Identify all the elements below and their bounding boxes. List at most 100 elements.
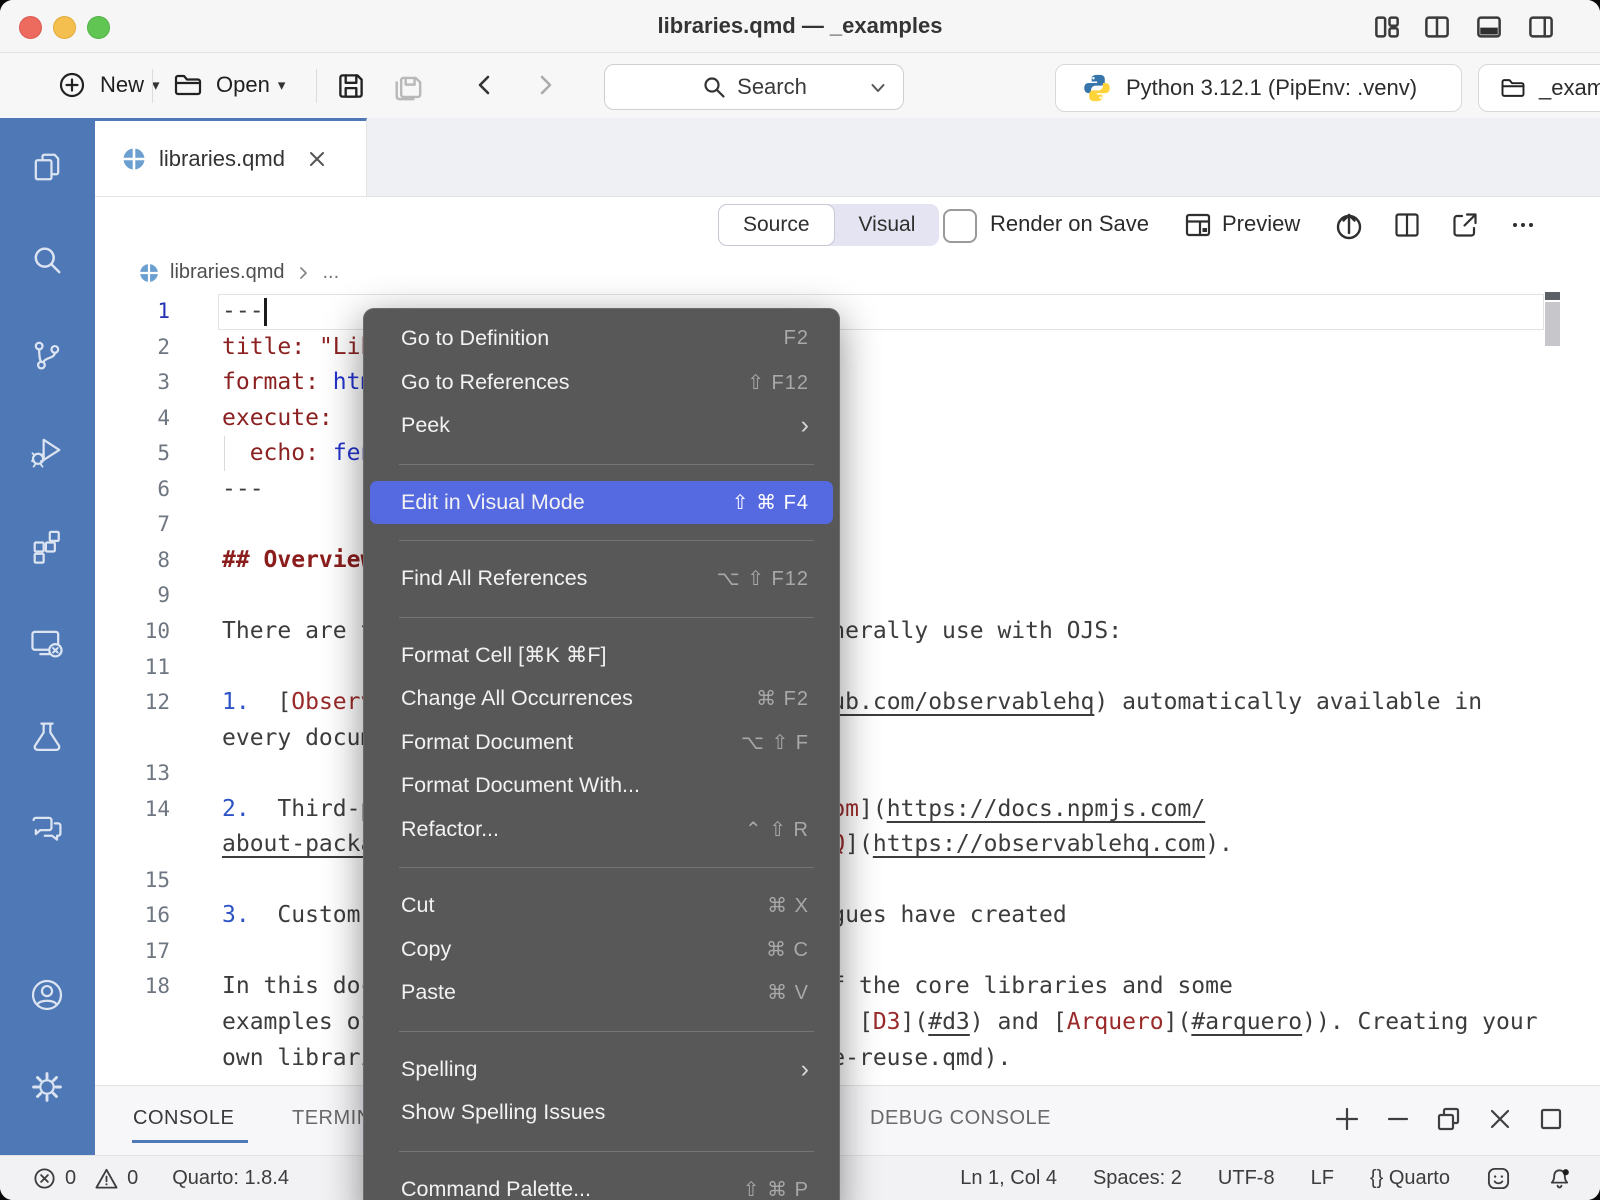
more-actions-icon[interactable] xyxy=(1508,210,1538,240)
menu-item-go-to-definition[interactable]: Go to DefinitionF2 xyxy=(370,317,833,361)
editor-line-6[interactable]: 6--- xyxy=(95,472,1600,508)
customize-layout-icon[interactable] xyxy=(1372,12,1402,42)
editor-line-1[interactable]: 1--- xyxy=(95,294,1600,330)
editor-line-12[interactable]: 121. [Observable core libraries](https:/… xyxy=(95,685,1600,721)
back-icon[interactable] xyxy=(470,70,500,100)
explorer-icon[interactable] xyxy=(28,148,66,186)
encoding-indicator[interactable]: UTF-8 xyxy=(1218,1167,1275,1190)
account-icon[interactable] xyxy=(28,976,66,1014)
run-debug-icon[interactable] xyxy=(28,432,66,470)
forward-icon[interactable] xyxy=(530,70,560,100)
quarto-version[interactable]: Quarto: 1.8.4 xyxy=(172,1167,289,1190)
menu-item-format-cell-k-f[interactable]: Format Cell [⌘K ⌘F] xyxy=(370,634,833,678)
panel-tab-console[interactable]: CONSOLE xyxy=(133,1107,234,1130)
editor-line-14[interactable]: 142. Third-party JavaScript libraries fr… xyxy=(95,792,1600,828)
toggle-secondary-sidebar-icon[interactable] xyxy=(1526,12,1556,42)
error-count[interactable]: 0 xyxy=(65,1167,76,1190)
menu-item-label: Change All Occurrences xyxy=(401,686,756,711)
render-on-save-checkbox[interactable] xyxy=(943,209,977,243)
warning-icon[interactable] xyxy=(94,1166,119,1191)
warning-count[interactable]: 0 xyxy=(127,1167,138,1190)
editor-line-2[interactable]: 2title: "Libraries" xyxy=(95,330,1600,366)
editor-line-11[interactable]: 11 xyxy=(95,650,1600,686)
breadcrumb-more[interactable]: ... xyxy=(322,261,339,284)
editor-line-15[interactable]: 15 xyxy=(95,863,1600,899)
editor-line-4[interactable]: 4execute: xyxy=(95,401,1600,437)
menu-item-go-to-references[interactable]: Go to References⇧ F12 xyxy=(370,361,833,405)
testing-icon[interactable] xyxy=(28,718,66,756)
source-mode-button[interactable]: Source xyxy=(718,204,835,246)
error-icon[interactable] xyxy=(32,1166,57,1191)
menu-item-command-palette[interactable]: Command Palette...⇧ ⌘ P xyxy=(370,1168,833,1200)
interpreter-selector[interactable]: Python 3.12.1 (PipEnv: .venv) xyxy=(1055,64,1462,112)
close-panel-icon[interactable] xyxy=(1484,1103,1516,1135)
panel-tab-debug-console[interactable]: DEBUG CONSOLE xyxy=(870,1107,1051,1130)
split-editor-layout-icon[interactable] xyxy=(1422,12,1452,42)
menu-item-find-all-references[interactable]: Find All References⌥ ⇧ F12 xyxy=(370,557,833,601)
line-number: 4 xyxy=(100,401,170,437)
editor-line-13[interactable]: 13 xyxy=(95,756,1600,792)
save-all-icon[interactable] xyxy=(390,69,428,103)
editor-line-wrap[interactable]: about-packages-and-modules) and [Observa… xyxy=(95,827,1600,863)
menu-item-copy[interactable]: Copy⌘ C xyxy=(370,928,833,972)
restore-panel-icon[interactable] xyxy=(1433,1103,1465,1135)
workspace-selector[interactable]: _examples xyxy=(1478,64,1600,112)
editor-line-17[interactable]: 17 xyxy=(95,934,1600,970)
editor-line-16[interactable]: 163. Custom libraries that you or your c… xyxy=(95,898,1600,934)
editor-line-3[interactable]: 3format: html xyxy=(95,365,1600,401)
menu-item-label: Refactor... xyxy=(401,817,745,842)
editor-line-wrap[interactable]: every document. xyxy=(95,721,1600,757)
open-external-icon[interactable] xyxy=(1450,210,1480,240)
editor-line-18[interactable]: 18In this document we'll provide an over… xyxy=(95,969,1600,1005)
menu-item-change-all-occurrences[interactable]: Change All Occurrences⌘ F2 xyxy=(370,677,833,721)
code-editor[interactable]: 1---2title: "Libraries"3format: html4exe… xyxy=(95,292,1600,1086)
settings-gear-icon[interactable] xyxy=(28,1068,66,1106)
close-icon[interactable] xyxy=(307,149,327,169)
render-icon[interactable] xyxy=(1332,208,1366,242)
eol-indicator[interactable]: LF xyxy=(1311,1167,1334,1190)
menu-item-cut[interactable]: Cut⌘ X xyxy=(370,884,833,928)
comments-icon[interactable] xyxy=(28,810,66,848)
menu-item-show-spelling-issues[interactable]: Show Spelling Issues xyxy=(370,1091,833,1135)
search-icon[interactable] xyxy=(28,242,66,280)
scrollbar-thumb[interactable] xyxy=(1545,302,1560,346)
menu-item-edit-in-visual-mode[interactable]: Edit in Visual Mode⇧ ⌘ F4 xyxy=(370,481,833,525)
menu-item-format-document[interactable]: Format Document⌥ ⇧ F xyxy=(370,721,833,765)
indentation-indicator[interactable]: Spaces: 2 xyxy=(1093,1167,1182,1190)
open-button[interactable]: Open ▾ xyxy=(172,63,285,107)
submenu-chevron-icon: › xyxy=(801,413,809,438)
save-icon[interactable] xyxy=(334,69,368,103)
new-button[interactable]: New ▾ xyxy=(56,63,160,107)
line-col-indicator[interactable]: Ln 1, Col 4 xyxy=(960,1167,1057,1190)
add-icon[interactable] xyxy=(1331,1103,1363,1135)
menu-item-paste[interactable]: Paste⌘ V xyxy=(370,971,833,1015)
menu-item-refactor[interactable]: Refactor...⌃ ⇧ R xyxy=(370,808,833,852)
toggle-panel-icon[interactable] xyxy=(1474,12,1504,42)
line-number: 8 xyxy=(100,543,170,579)
editor-line-7[interactable]: 7 xyxy=(95,507,1600,543)
source-control-icon[interactable] xyxy=(28,336,66,374)
maximize-panel-icon[interactable] xyxy=(1535,1103,1567,1135)
editor-line-wrap[interactable]: own libraries is covered in [Code Reuse]… xyxy=(95,1041,1600,1077)
search-input[interactable]: Search xyxy=(604,64,904,110)
editor-line-wrap[interactable]: examples of using third-party libraries … xyxy=(95,1005,1600,1041)
editor-line-5[interactable]: 5 echo: fenced xyxy=(95,436,1600,472)
menu-item-format-document-with[interactable]: Format Document With... xyxy=(370,764,833,808)
language-indicator[interactable]: {} Quarto xyxy=(1370,1167,1450,1190)
extensions-icon[interactable] xyxy=(28,528,66,566)
tab-libraries-qmd[interactable]: libraries.qmd xyxy=(95,118,367,196)
editor-line-8[interactable]: 8## Overview xyxy=(95,543,1600,579)
editor-line-9[interactable]: 9 xyxy=(95,578,1600,614)
breadcrumb-file[interactable]: libraries.qmd xyxy=(170,261,284,284)
preview-icon[interactable] xyxy=(1183,210,1213,240)
menu-item-shortcut: ⇧ ⌘ F4 xyxy=(732,490,809,515)
minimize-icon[interactable] xyxy=(1382,1103,1414,1135)
editor-line-10[interactable]: 10There are three types of libraries you… xyxy=(95,614,1600,650)
split-editor-icon[interactable] xyxy=(1392,210,1422,240)
menu-item-peek[interactable]: Peek› xyxy=(370,404,833,448)
menu-item-spelling[interactable]: Spelling› xyxy=(370,1048,833,1092)
sessions-icon[interactable] xyxy=(28,624,66,662)
notification-bell-icon[interactable] xyxy=(1547,1166,1572,1191)
feedback-smiley-icon[interactable] xyxy=(1486,1166,1511,1191)
visual-mode-button[interactable]: Visual xyxy=(835,204,940,246)
